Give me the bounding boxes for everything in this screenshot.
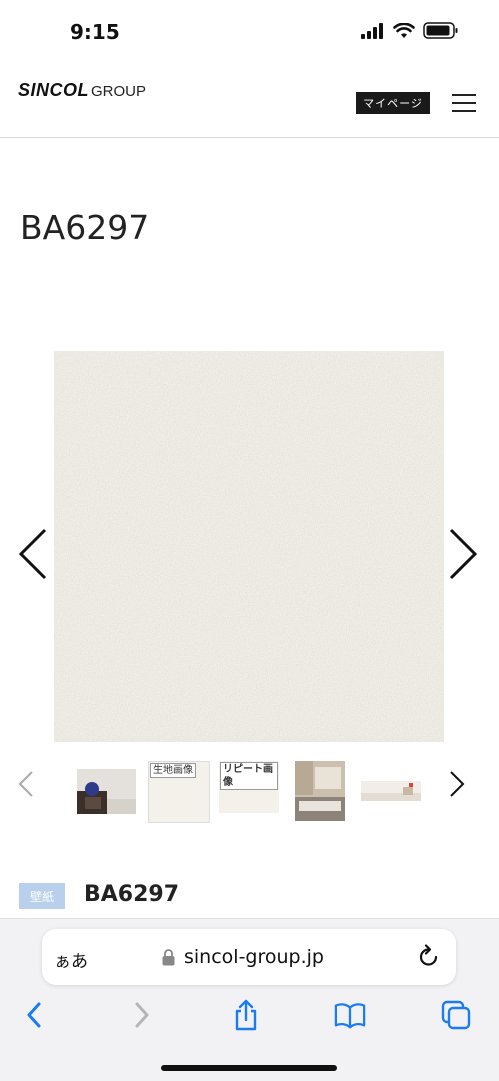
prev-image-arrow-icon[interactable] [18,528,48,580]
bookmarks-icon[interactable] [334,999,366,1031]
home-indicator [161,1065,337,1071]
tabs-icon[interactable] [440,999,472,1031]
mypage-button[interactable]: マイページ [356,92,430,114]
product-main-image [54,351,444,742]
thumbnail-living-photo[interactable] [361,781,421,801]
status-time: 9:15 [70,20,120,44]
next-image-arrow-icon[interactable] [448,528,478,580]
forward-icon[interactable] [126,999,158,1031]
status-icons [361,22,459,39]
battery-icon [423,22,458,39]
logo-sub-text: GROUP [91,83,147,100]
sincol-logo[interactable]: SINCOL GROUP [18,80,146,101]
category-product-code: BA6297 [84,882,180,907]
back-icon[interactable] [18,999,50,1031]
cellular-signal-icon [361,22,383,39]
url-text[interactable]: sincol-group.jp [184,946,324,968]
logo-main-text: SINCOL [18,80,90,100]
share-icon[interactable] [230,999,262,1031]
thumb-prev-arrow-icon[interactable] [18,770,34,798]
product-title: BA6297 [20,208,150,247]
thumb-next-arrow-icon[interactable] [449,770,465,798]
thumbnail-label: リピート画像 [220,762,278,790]
hamburger-menu-icon[interactable] [452,92,476,114]
reader-aa-button[interactable]: ぁあ [54,947,88,972]
lock-icon [162,949,175,966]
thumbnail-label: 生地画像 [150,763,196,778]
category-badge: 壁紙 [19,883,65,909]
wifi-icon [393,22,415,38]
thumbnail-fabric-image[interactable]: 生地画像 [148,761,210,823]
reload-icon[interactable] [418,944,440,968]
thumbnail-room-photo[interactable] [77,769,136,814]
thumbnail-bedroom-photo[interactable] [295,761,345,821]
thumbnail-repeat-image[interactable]: リピート画像 [219,761,279,813]
status-bar: 9:15 [0,0,499,60]
